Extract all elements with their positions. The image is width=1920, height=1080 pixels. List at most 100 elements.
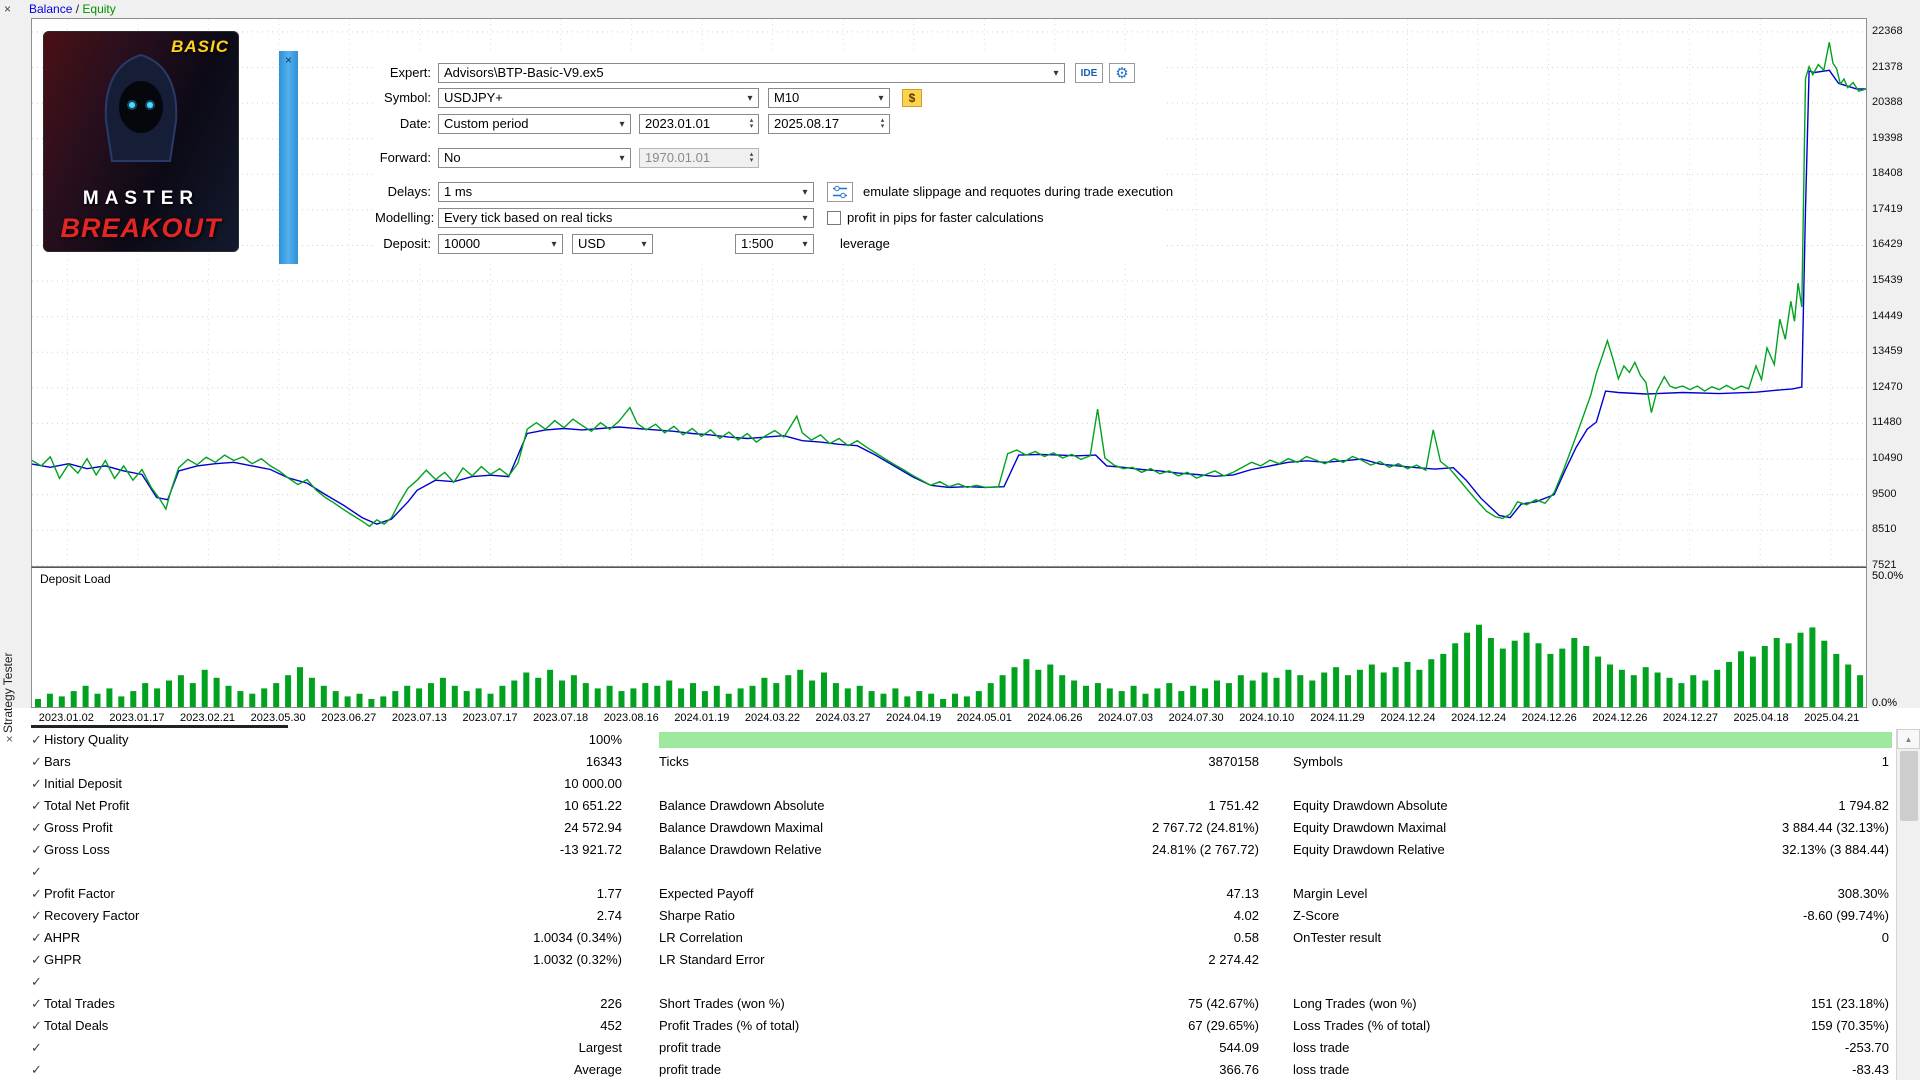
deposit-currency-select[interactable]: USD ▾ <box>572 234 653 254</box>
chevron-down-icon[interactable]: ▾ <box>546 239 562 250</box>
gear-icon[interactable]: ⚙ <box>1109 63 1135 83</box>
report-row[interactable]: ✓ <box>0 861 1896 883</box>
delays-select[interactable]: 1 ms ▾ <box>438 182 814 202</box>
chevron-down-icon[interactable]: ▾ <box>873 93 889 104</box>
report-row[interactable]: ✓Largestprofit trade544.09loss trade-253… <box>0 1037 1896 1059</box>
y-axis-label: 12470 <box>1872 381 1903 393</box>
report-row[interactable]: ✓Recovery Factor2.74Sharpe Ratio4.02Z-Sc… <box>0 905 1896 927</box>
report-row[interactable]: ✓Total Net Profit10 651.22Balance Drawdo… <box>0 795 1896 817</box>
report-row[interactable]: ✓Gross Loss-13 921.72Balance Drawdown Re… <box>0 839 1896 861</box>
timeframe-select[interactable]: M10 ▾ <box>768 88 890 108</box>
report-row[interactable]: ✓History Quality100% <box>0 729 1896 751</box>
chevron-down-icon[interactable]: ▾ <box>797 187 813 198</box>
report-label: Total Trades <box>44 993 115 1015</box>
chevron-down-icon[interactable]: ▾ <box>614 119 630 130</box>
spinner-icon[interactable]: ▴▾ <box>745 118 758 130</box>
x-axis-label: 2023.07.17 <box>462 712 517 724</box>
deposit-load-bar <box>1226 683 1232 707</box>
deposit-load-bar <box>476 688 482 707</box>
ide-button[interactable]: IDE <box>1075 63 1103 83</box>
deposit-load-bar <box>1119 691 1125 707</box>
deposit-load-bar <box>714 686 720 707</box>
deposit-load-bar <box>1702 681 1708 708</box>
report-label: OnTester result <box>1293 927 1381 949</box>
date-from-field[interactable]: 2023.01.01 ▴▾ <box>639 114 759 134</box>
window-accent-bar: × <box>279 51 298 264</box>
y-axis-label: 10490 <box>1872 452 1903 464</box>
report-label: loss trade <box>1293 1059 1349 1080</box>
chevron-down-icon[interactable]: ▾ <box>636 239 652 250</box>
spinner-icon[interactable]: ▴▾ <box>876 118 889 130</box>
report-row[interactable]: ✓Bars16343Ticks3870158Symbols1 <box>0 751 1896 773</box>
deposit-load-bar <box>1464 633 1470 707</box>
horizontal-scrollbar[interactable] <box>31 725 288 728</box>
report-row[interactable]: ✓Total Trades226Short Trades (won %)75 (… <box>0 993 1896 1015</box>
close-icon[interactable]: × <box>4 2 11 16</box>
x-axis-label: 2024.10.10 <box>1239 712 1294 724</box>
report-row[interactable]: ✓AHPR1.0034 (0.34%)LR Correlation0.58OnT… <box>0 927 1896 949</box>
report-row[interactable]: ✓Profit Factor1.77Expected Payoff47.13Ma… <box>0 883 1896 905</box>
chevron-down-icon[interactable]: ▾ <box>797 239 813 250</box>
y-axis-label: 17419 <box>1872 203 1903 215</box>
deposit-load-bar <box>1369 665 1375 708</box>
strategy-tester-tab[interactable]: Strategy Tester <box>1 655 15 733</box>
report-row[interactable]: ✓Averageprofit trade366.76loss trade-83.… <box>0 1059 1896 1080</box>
forward-mode-select[interactable]: No ▾ <box>438 148 631 168</box>
expert-select[interactable]: Advisors\BTP-Basic-V9.ex5 ▾ <box>438 63 1065 83</box>
vertical-scrollbar[interactable]: ▲ <box>1896 729 1920 1080</box>
timeframe-value: M10 <box>769 89 873 107</box>
deposit-load-bar <box>1643 667 1649 707</box>
deposit-load-bar <box>797 670 803 707</box>
chevron-down-icon[interactable]: ▾ <box>1048 68 1064 79</box>
deposit-load-bar <box>547 670 553 707</box>
deposit-load-bar <box>1428 659 1434 707</box>
x-axis-label: 2024.03.22 <box>745 712 800 724</box>
deposit-load-bar <box>928 694 934 707</box>
date-mode-select[interactable]: Custom period ▾ <box>438 114 631 134</box>
date-mode-value: Custom period <box>439 115 614 133</box>
accent-bar-close-icon[interactable]: × <box>279 53 298 67</box>
deposit-load-bar <box>1154 688 1160 707</box>
modelling-select[interactable]: Every tick based on real ticks ▾ <box>438 208 814 228</box>
deposit-load-bar <box>1678 683 1684 707</box>
y-axis-label: 19398 <box>1872 132 1903 144</box>
x-axis-label: 2023.02.21 <box>180 712 235 724</box>
symbol-select[interactable]: USDJPY+ ▾ <box>438 88 759 108</box>
deposit-load-bar <box>1095 683 1101 707</box>
date-to-field[interactable]: 2025.08.17 ▴▾ <box>768 114 890 134</box>
chevron-down-icon[interactable]: ▾ <box>614 153 630 164</box>
check-icon: ✓ <box>31 751 42 773</box>
deposit-load-bar <box>488 694 494 707</box>
profit-in-pips-checkbox[interactable] <box>827 211 841 225</box>
leverage-select[interactable]: 1:500 ▾ <box>735 234 814 254</box>
deposit-amount-select[interactable]: 10000 ▾ <box>438 234 563 254</box>
report-value: 159 (70.35%) <box>1647 1015 1889 1037</box>
report-value: 75 (42.67%) <box>1017 993 1259 1015</box>
custom-symbol-button[interactable]: $ <box>902 89 922 107</box>
chevron-down-icon[interactable]: ▾ <box>797 213 813 224</box>
chevron-down-icon[interactable]: ▾ <box>742 93 758 104</box>
legend-separator: / <box>72 2 82 16</box>
report-row[interactable]: ✓Total Deals452Profit Trades (% of total… <box>0 1015 1896 1037</box>
deposit-load-bar <box>1476 625 1482 707</box>
deposit-load-bar <box>1559 649 1565 707</box>
report-row[interactable]: ✓GHPR1.0032 (0.32%)LR Standard Error2 27… <box>0 949 1896 971</box>
deposit-load-panel[interactable]: Deposit Load <box>31 567 1867 708</box>
panel-close-icon[interactable]: × <box>6 732 13 746</box>
report-value: 1 794.82 <box>1647 795 1889 817</box>
scrollbar-thumb[interactable] <box>1900 751 1918 821</box>
deposit-load-bar <box>59 696 65 707</box>
scroll-up-button[interactable]: ▲ <box>1897 729 1920 749</box>
report-row[interactable]: ✓Gross Profit24 572.94Balance Drawdown M… <box>0 817 1896 839</box>
slippage-settings-button[interactable] <box>827 182 853 202</box>
report-value: Largest <box>380 1037 622 1059</box>
spin-down-icon[interactable]: ▾ <box>750 124 754 130</box>
hooded-figure-icon <box>76 49 206 169</box>
spin-down-icon[interactable]: ▾ <box>881 124 885 130</box>
report-value: 308.30% <box>1647 883 1889 905</box>
y-axis-label: 16429 <box>1872 238 1903 250</box>
report-row[interactable]: ✓ <box>0 971 1896 993</box>
report-row[interactable]: ✓Initial Deposit10 000.00 <box>0 773 1896 795</box>
x-axis-label: 2024.12.26 <box>1522 712 1577 724</box>
deposit-load-bar <box>1619 670 1625 707</box>
